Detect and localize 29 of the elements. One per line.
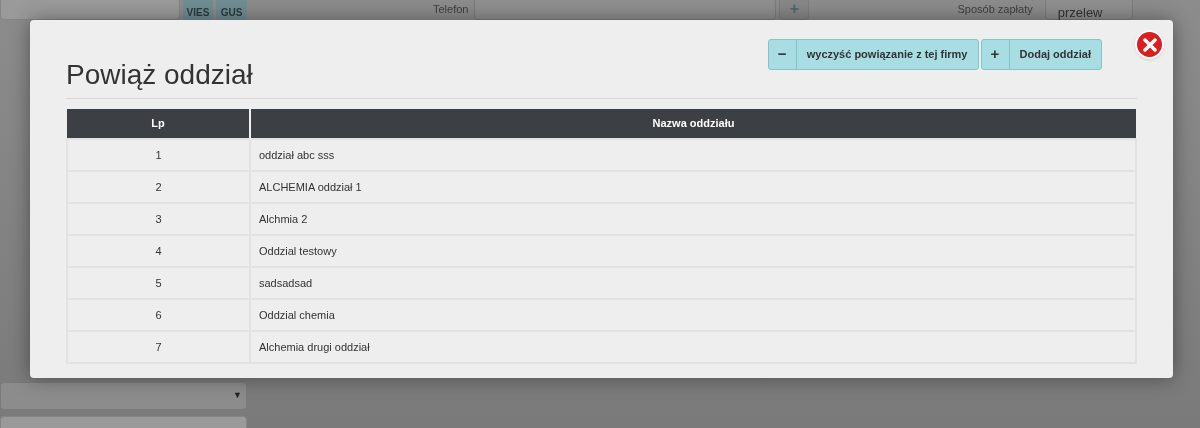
phone-field[interactable] [474, 0, 777, 20]
column-header: Lp [67, 109, 250, 139]
table-cell: sadsadsad [250, 267, 1136, 299]
table-cell: 7 [67, 331, 250, 363]
dialog-button[interactable]: + Dodaj oddział [980, 39, 1102, 70]
column-header: Nazwa oddziału [250, 109, 1136, 139]
table-cell: 5 [67, 267, 250, 299]
table-cell: Oddzial testowy [250, 235, 1136, 267]
table-cell: Alchemia drugi oddział [250, 331, 1136, 363]
payment-label: Sposób zapłaty [957, 1, 1033, 17]
gus-button[interactable]: GUS [216, 0, 247, 20]
phone-label: Telefon [433, 1, 469, 17]
table-cell: 6 [67, 299, 250, 331]
table-cell: 1 [67, 139, 250, 171]
table-cell: ALCHEMIA oddział 1 [250, 171, 1136, 203]
caret-icon: ▼ [233, 389, 242, 403]
close-icon[interactable] [1135, 30, 1164, 59]
select-field[interactable]: ▼ [0, 382, 247, 410]
text-field[interactable] [0, 0, 180, 20]
payment-field[interactable]: przelew [1044, 0, 1133, 20]
table-cell: 3 [67, 203, 250, 235]
dialog-title: Powiąż oddział [66, 61, 253, 89]
vies-button[interactable]: VIES [183, 0, 213, 20]
table-cell: 2 [67, 171, 250, 203]
table-cell: 4 [67, 235, 250, 267]
table-cell: oddział abc sss [250, 139, 1136, 171]
table-cell: Oddzial chemia [250, 299, 1136, 331]
dialog-button[interactable]: − wyczyść powiązanie z tej firmy [767, 39, 979, 70]
table-cell: Alchmia 2 [250, 203, 1136, 235]
